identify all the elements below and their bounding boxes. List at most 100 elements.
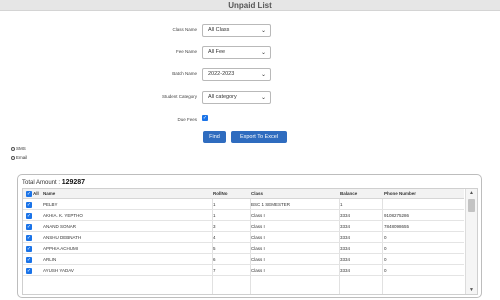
cell-balance: 3334 [340,257,351,262]
checkmark-icon: ✓ [26,235,32,241]
cell-class: Class I [251,224,265,229]
triangle-up-icon[interactable]: ▲ [468,190,475,196]
cell-phone: 9108275286 [384,213,410,218]
cell-balance: 3334 [340,213,351,218]
checkmark-icon: ✓ [26,257,32,263]
student-category-select[interactable]: All category ⌄ [202,91,271,104]
total-amount-label: Total Amount : [22,180,61,186]
table-row[interactable]: ✓ PELBY 1 BSC 1 SEMESTER 1 [23,199,464,210]
cell-phone: 0 [384,246,387,251]
chevron-down-icon: ⌄ [260,95,266,101]
category-filter-row: Student Category All category ⌄ [0,91,500,105]
cell-class: Class I [251,268,265,273]
batch-name-label: Batch Name [172,71,197,76]
checkmark-icon: ✓ [26,246,32,252]
cell-class: Class I [251,235,265,240]
fee-filter-row: Fee Name All Fee ⌄ [0,46,500,60]
cell-name: ANSHU DEBNATH [43,235,82,240]
batch-name-select[interactable]: 2022-2023 ⌄ [202,68,271,81]
header-rollno[interactable]: RollNo [213,191,228,196]
student-category-label: Student Category [161,94,197,99]
email-option[interactable]: Email [11,155,27,160]
fee-name-value: All Fee [208,49,226,55]
student-category-value: All category [208,94,237,100]
table-row[interactable]: ✓ ANSHU DEBNATH 4 Class I 3334 0 [23,232,464,243]
batch-name-value: 2022-2023 [208,71,235,77]
cell-class: Class I [251,213,265,218]
table-row[interactable]: ✓ ARLIN 6 Class I 3334 0 [23,254,464,265]
chevron-down-icon: ⌄ [260,72,266,78]
batch-filter-row: Batch Name 2022-2023 ⌄ [0,68,500,82]
header-name[interactable]: Name [43,191,55,196]
cell-balance: 3334 [340,224,351,229]
table-scrollbar[interactable]: ▲ ▼ [465,189,477,294]
table-header: ✓ All Name RollNo Class Balance Phone Nu… [23,189,464,199]
scrollbar-thumb[interactable] [468,199,475,212]
total-amount-value: 129287 [61,179,86,186]
cell-balance: 1 [340,202,343,207]
row-checkbox[interactable]: ✓ [26,246,32,252]
class-name-select[interactable]: All Class ⌄ [202,24,271,37]
checkmark-icon: ✓ [26,213,32,219]
class-name-label: Class Name [172,27,197,32]
cell-name: ARLIN [43,257,57,262]
checkmark-icon: ✓ [26,268,32,274]
cell-name: PELBY [43,202,58,207]
export-excel-button[interactable]: Export To Excel [231,131,287,143]
cell-class: BSC 1 SEMESTER [251,202,291,207]
table-row[interactable]: ✓ AKHIA. K. YEPTHO 1 Class I 3334 910827… [23,210,464,221]
due-fees-label: Due Fees [177,117,197,122]
cell-phone: 0 [384,257,387,262]
cell-rollno: 3 [213,224,216,229]
header-class[interactable]: Class [251,191,263,196]
header-all: All [33,191,39,196]
cell-rollno: 1 [213,202,216,207]
fee-name-select[interactable]: All Fee ⌄ [202,46,271,59]
unpaid-table: ✓ All Name RollNo Class Balance Phone Nu… [22,188,478,295]
row-checkbox[interactable]: ✓ [26,213,32,219]
table-row[interactable]: ✓ APPHIA ACHUMI 5 Class I 3334 0 [23,243,464,254]
checkmark-icon: ✓ [26,202,32,208]
cell-name: AYUSH YADAV [43,268,74,273]
row-checkbox[interactable]: ✓ [26,202,32,208]
class-name-value: All Class [208,27,230,33]
row-checkbox[interactable]: ✓ [26,235,32,241]
cell-name: ANAND SONAR [43,224,77,229]
sms-option[interactable]: SMS [11,146,26,151]
header-phone[interactable]: Phone Number [384,191,416,196]
email-radio[interactable] [11,155,15,160]
table-row[interactable]: ✓ ANAND SONAR 3 Class I 3334 7848098655 [23,221,464,232]
chevron-down-icon: ⌄ [260,50,266,56]
cell-balance: 3334 [340,235,351,240]
sms-label: SMS [16,146,26,151]
checkmark-icon: ✓ [26,191,32,197]
cell-class: Class I [251,257,265,262]
due-fees-checkbox[interactable]: ✓ [202,115,208,121]
cell-rollno: 7 [213,268,216,273]
cell-phone: 0 [384,268,387,273]
sms-radio[interactable] [11,146,15,151]
row-checkbox[interactable]: ✓ [26,268,32,274]
chevron-down-icon: ⌄ [260,28,266,34]
select-all-checkbox[interactable]: ✓ [26,191,32,197]
due-fees-row: Due Fees ✓ [0,114,500,128]
find-button[interactable]: Find [203,131,226,143]
table-row[interactable]: ✓ AYUSH YADAV 7 Class I 3334 0 [23,265,464,276]
cell-name: APPHIA ACHUMI [43,246,79,251]
cell-phone: 7848098655 [384,224,410,229]
checkmark-icon: ✓ [26,224,32,230]
cell-rollno: 1 [213,213,216,218]
cell-rollno: 4 [213,235,216,240]
header-balance[interactable]: Balance [340,191,357,196]
cell-rollno: 6 [213,257,216,262]
cell-phone: 0 [384,235,387,240]
total-amount: Total Amount : 129287 [22,179,85,186]
row-checkbox[interactable]: ✓ [26,224,32,230]
window-title: Unpaid List [0,0,500,11]
cell-class: Class I [251,246,265,251]
row-checkbox[interactable]: ✓ [26,257,32,263]
cell-balance: 3334 [340,268,351,273]
checkmark-icon: ✓ [202,115,208,121]
cell-balance: 3334 [340,246,351,251]
triangle-down-icon[interactable]: ▼ [468,287,475,293]
